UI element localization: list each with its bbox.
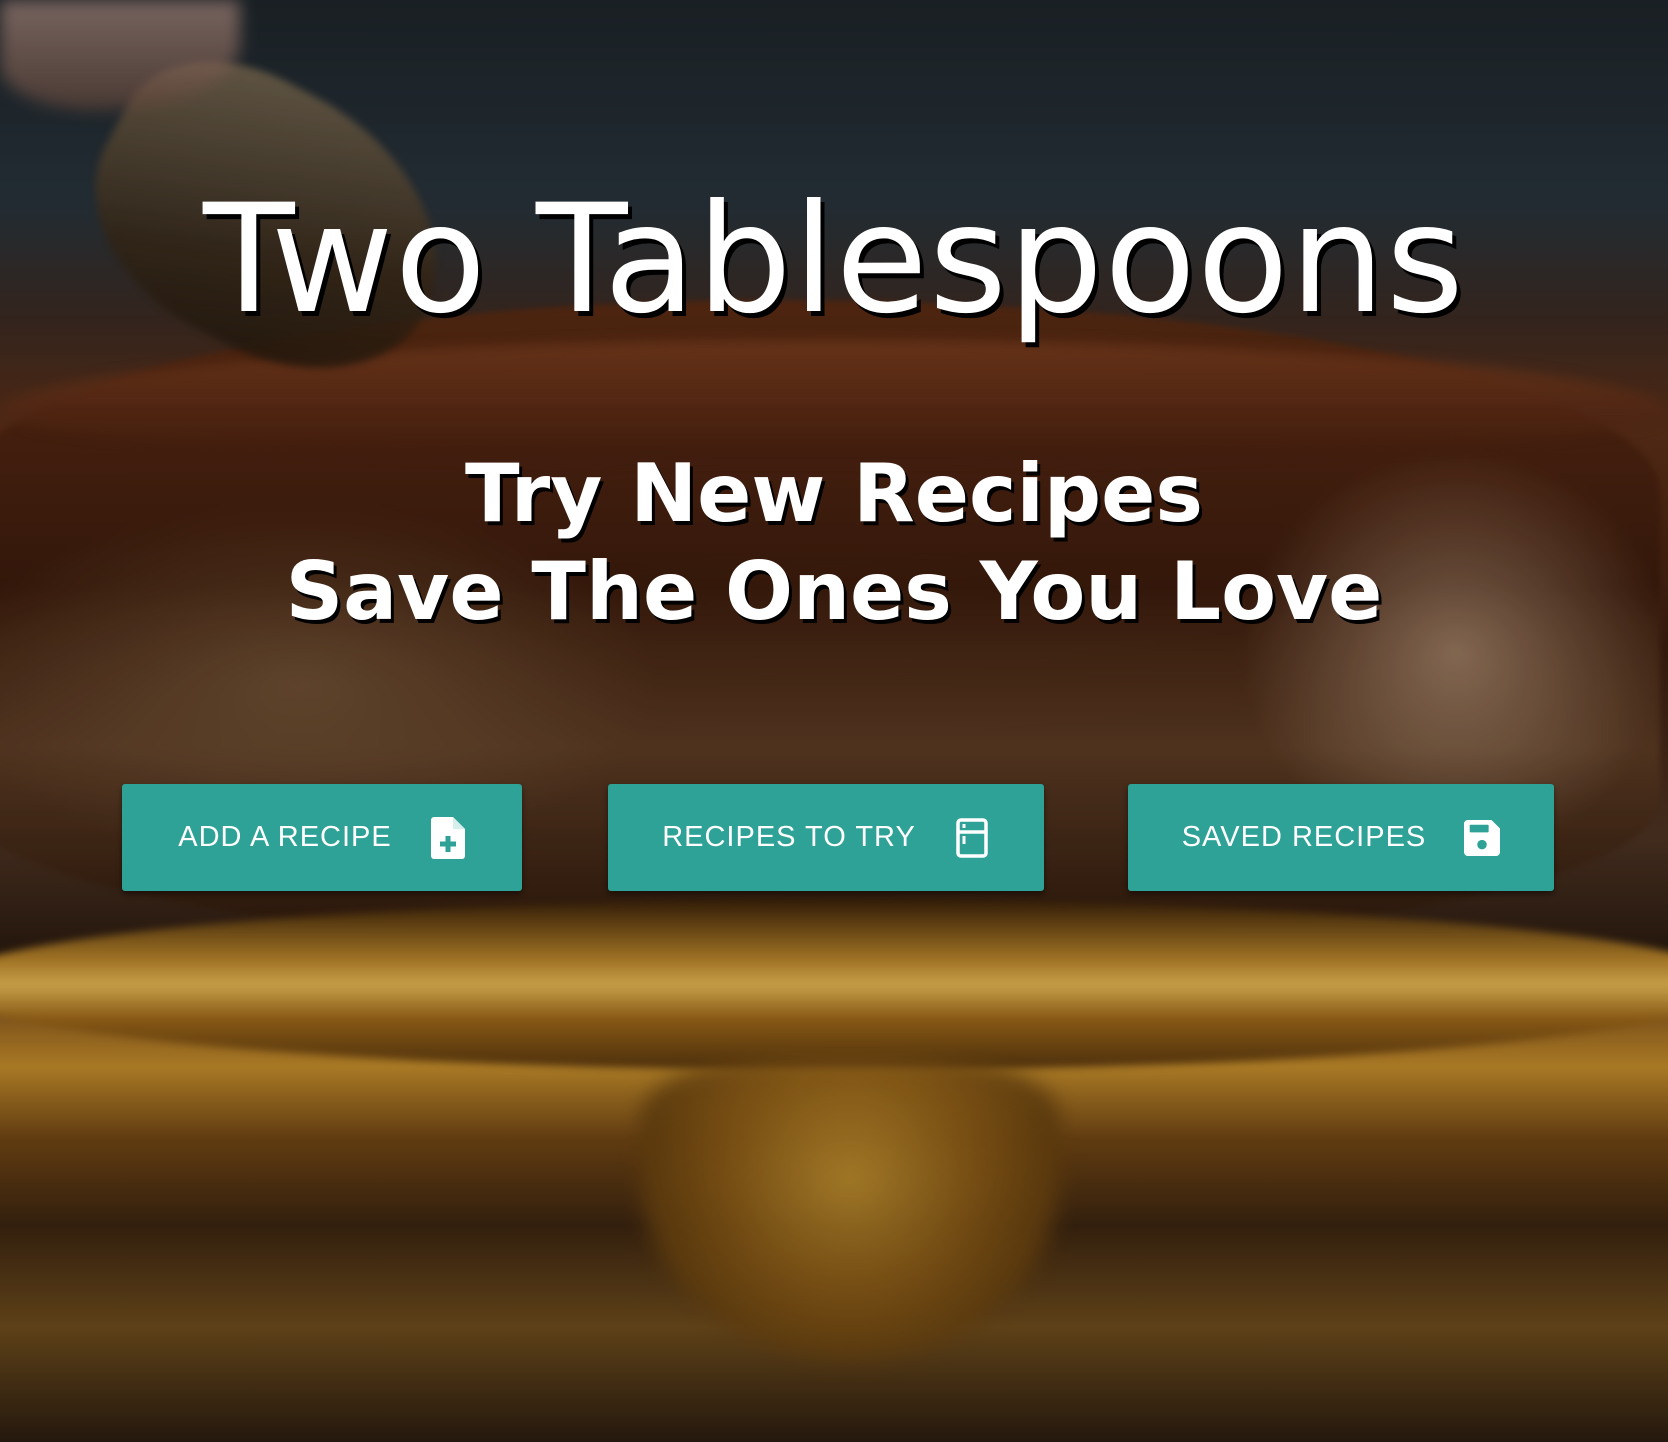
recipes-to-try-button[interactable]: RECIPES TO TRY (608, 784, 1044, 891)
add-recipe-button[interactable]: ADD A RECIPE (122, 784, 522, 891)
tagline-line-2: Save The Ones You Love (285, 545, 1383, 638)
kitchen-fridge-icon (954, 816, 990, 860)
site-title: Two Tablespoons (203, 173, 1465, 347)
tagline-line-1: Try New Recipes (464, 447, 1204, 540)
file-add-icon (430, 816, 466, 860)
recipes-to-try-button-label: RECIPES TO TRY (662, 821, 916, 853)
saved-recipes-button[interactable]: SAVED RECIPES (1128, 784, 1554, 891)
add-recipe-button-label: ADD A RECIPE (178, 821, 392, 853)
hero-section: Two Tablespoons Try New Recipes Save The… (0, 0, 1668, 1442)
floppy-disk-save-icon (1464, 816, 1501, 860)
saved-recipes-button-label: SAVED RECIPES (1181, 821, 1427, 853)
